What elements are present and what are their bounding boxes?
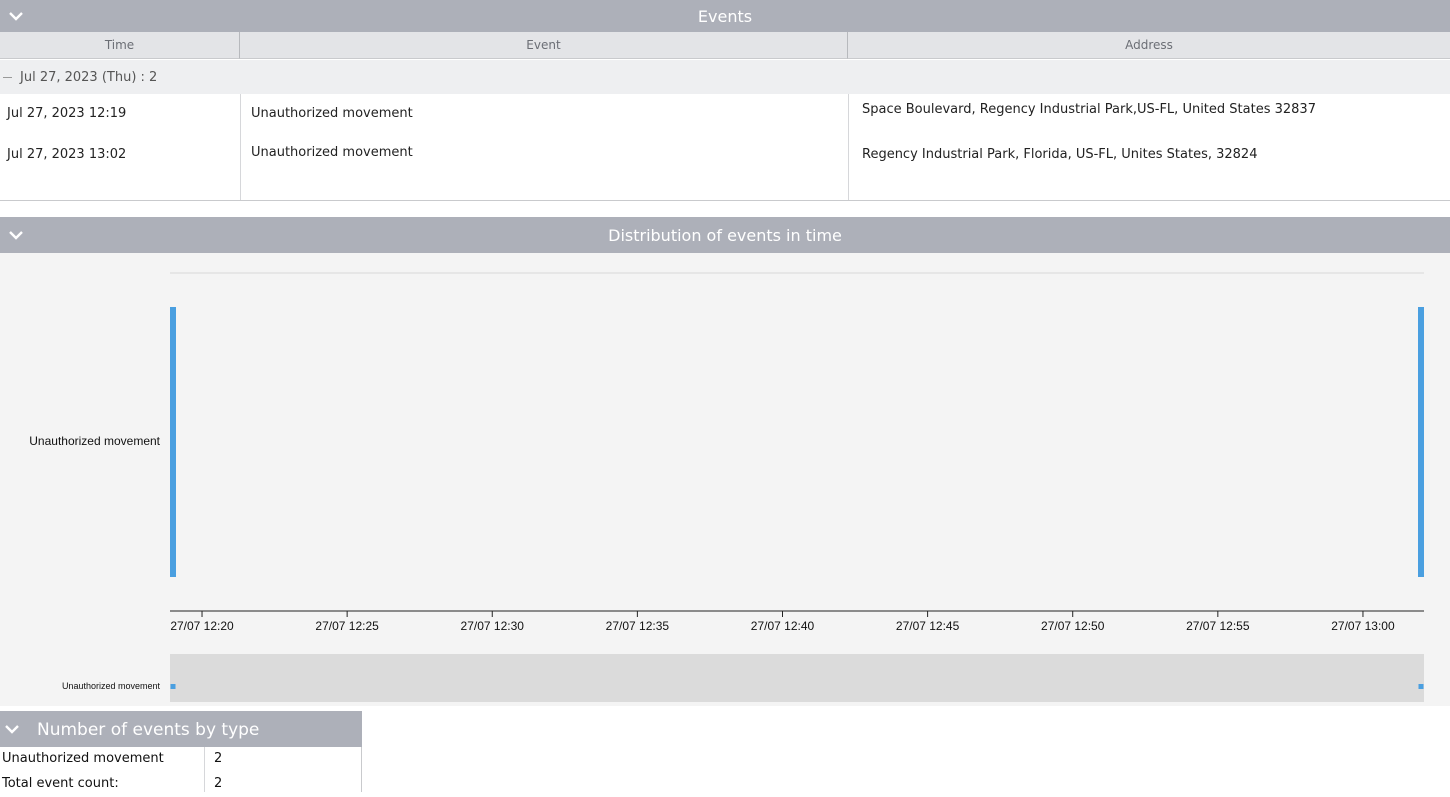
x-tick-label: 27/07 12:50 [1041, 619, 1105, 633]
row-address: Space Boulevard, Regency Industrial Park… [862, 102, 1316, 117]
summary-label: Unauthorized movement [2, 751, 164, 766]
x-tick-label: 27/07 12:20 [170, 619, 234, 633]
overview-mark [170, 684, 176, 689]
summary-row: Unauthorized movement 2 [0, 747, 362, 772]
group-row[interactable]: Jul 27, 2023 (Thu) : 2 [0, 60, 1450, 94]
group-label: Jul 27, 2023 (Thu) : 2 [20, 69, 158, 85]
event-bars [170, 307, 1424, 577]
x-ticks: 27/07 12:20 27/07 12:25 27/07 12:30 27/07 1… [170, 611, 1395, 633]
column-header-time[interactable]: Time [0, 32, 240, 59]
category-label: Unauthorized movement [29, 434, 160, 448]
events-panel-header[interactable]: Events [0, 0, 1450, 32]
x-tick-label: 27/07 12:35 [606, 619, 670, 633]
row-time: Jul 27, 2023 12:19 [7, 106, 127, 121]
x-tick-label: 27/07 12:25 [315, 619, 379, 633]
minus-icon[interactable] [3, 73, 12, 82]
chevron-down-icon[interactable] [4, 723, 20, 735]
events-panel-title: Events [697, 6, 753, 26]
column-header-event[interactable]: Event [240, 32, 848, 59]
chevron-down-icon[interactable] [8, 10, 24, 22]
summary-row: Total event count: 2 [0, 772, 362, 797]
summary-label: Total event count: [2, 776, 119, 791]
distribution-panel-header[interactable]: Distribution of events in time [0, 217, 1450, 253]
row-event: Unauthorized movement [251, 106, 413, 121]
distribution-chart-area: Unauthorized movement 27/07 12:20 27/07 1… [0, 253, 1450, 706]
overview-navigator[interactable] [170, 654, 1424, 702]
column-divider [848, 94, 849, 200]
overview-mark [1418, 684, 1424, 689]
summary-value: 2 [214, 751, 223, 766]
event-bar[interactable] [170, 307, 176, 577]
x-tick-label: 27/07 12:55 [1186, 619, 1250, 633]
x-tick-label: 27/07 13:00 [1331, 619, 1395, 633]
x-tick-label: 27/07 12:30 [461, 619, 525, 633]
chevron-down-icon[interactable] [8, 229, 24, 241]
x-tick-label: 27/07 12:40 [751, 619, 815, 633]
column-header-address[interactable]: Address [848, 32, 1450, 59]
row-event: Unauthorized movement [251, 145, 413, 160]
row-address: Regency Industrial Park, Florida, US-FL,… [862, 147, 1258, 162]
timeline-chart: Unauthorized movement 27/07 12:20 27/07 1… [29, 272, 1424, 702]
event-bar[interactable] [1418, 307, 1424, 577]
row-time: Jul 27, 2023 13:02 [7, 147, 127, 162]
x-tick-label: 27/07 12:45 [896, 619, 960, 633]
summary-value: 2 [214, 776, 223, 791]
table-bottom-border [0, 200, 1450, 201]
summary-panel-header[interactable]: Number of events by type [0, 711, 362, 747]
column-divider [240, 94, 241, 200]
summary-panel-title: Number of events by type [37, 720, 260, 740]
overview-label: Unauthorized movement [62, 681, 161, 691]
distribution-panel-title: Distribution of events in time [608, 225, 842, 245]
